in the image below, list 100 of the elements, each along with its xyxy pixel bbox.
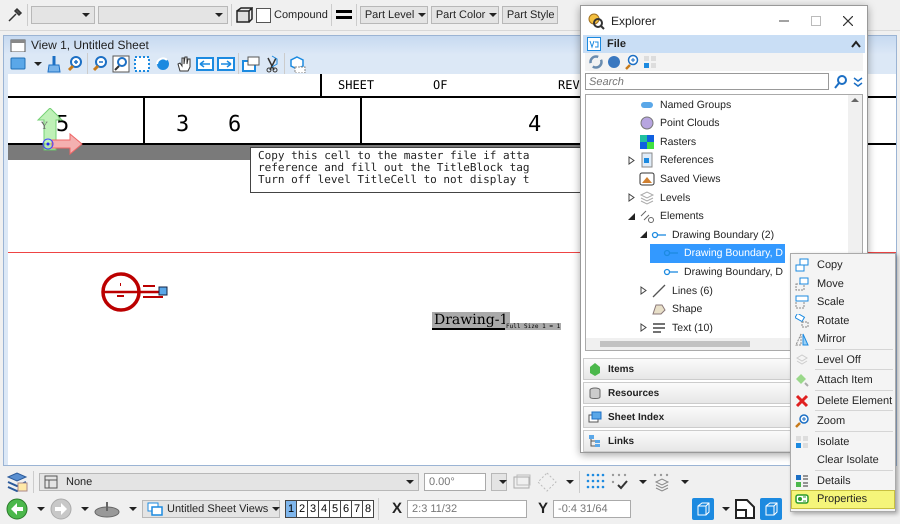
compound-label: Compound	[274, 9, 328, 21]
explorer-title: Explorer	[611, 14, 657, 28]
view-number-button[interactable]: 2	[296, 500, 308, 518]
menu-item[interactable]: Details	[791, 472, 895, 490]
copy-view-icon[interactable]	[242, 55, 260, 73]
expanded-icon[interactable]	[628, 212, 634, 220]
move-icon	[795, 276, 809, 291]
axis-triad-icon	[34, 108, 84, 156]
menu-item[interactable]: Mirror	[791, 330, 895, 348]
cube-button-icon[interactable]	[692, 498, 714, 520]
windows-icon	[147, 502, 163, 516]
grid-check-icon[interactable]	[610, 472, 630, 492]
cube-button-icon[interactable]	[760, 498, 782, 520]
angle-field[interactable]: 0.00°	[424, 473, 486, 491]
copy-icon	[795, 258, 809, 272]
view-number-button[interactable]: 6	[340, 500, 352, 518]
zoom-icon	[795, 414, 809, 428]
delete-icon	[795, 394, 809, 408]
zoom-in-icon[interactable]	[66, 55, 84, 73]
fit-view-icon[interactable]	[133, 55, 151, 73]
saved-view-icon	[639, 170, 655, 187]
links-icon	[588, 434, 602, 448]
menu-item[interactable]: Clear Isolate	[791, 451, 895, 470]
menu-item[interactable]: Properties	[791, 490, 895, 508]
tree-item[interactable]: Drawing Boundary (2)	[638, 225, 776, 244]
collapsed-icon[interactable]	[628, 156, 634, 165]
sheet-icon[interactable]	[734, 498, 756, 520]
collapse-icon	[851, 40, 861, 48]
collapsed-icon[interactable]	[640, 286, 646, 296]
brush-icon[interactable]	[45, 55, 63, 73]
previous-view-icon[interactable]	[196, 55, 214, 73]
title-block-value: 3	[176, 112, 190, 137]
tree-item[interactable]: Lines (6)	[638, 281, 715, 300]
title-block-value: 6	[228, 112, 242, 137]
collapsed-icon[interactable]	[628, 193, 634, 202]
angle-dropdown[interactable]	[491, 473, 507, 491]
attribute-dropdown[interactable]: Part Style	[502, 6, 558, 24]
view-number-button[interactable]: 3	[307, 500, 319, 518]
tree-item[interactable]: Elements	[626, 206, 706, 226]
explorer-icon	[587, 12, 605, 30]
mirror-icon	[795, 332, 809, 346]
dish-icon[interactable]	[94, 500, 120, 518]
levels-icon	[639, 190, 655, 206]
properties-icon	[795, 492, 809, 506]
file-icon	[587, 37, 601, 51]
collapsed-icon[interactable]	[640, 323, 646, 332]
next-view-icon[interactable]	[217, 55, 235, 73]
file-section-header[interactable]: File	[583, 35, 865, 53]
tree-item[interactable]: Point Clouds	[626, 114, 722, 132]
menu-item[interactable]: Scale	[791, 293, 895, 312]
close-icon	[843, 16, 853, 26]
axis-label: Y	[41, 121, 48, 132]
refresh-icon[interactable]	[588, 54, 604, 70]
level-dropdown[interactable]: None	[39, 473, 419, 491]
view-number-button[interactable]: 7	[351, 500, 363, 518]
level-icon	[44, 475, 58, 489]
tree-item[interactable]: Drawing Boundary, D	[650, 262, 786, 282]
compound-checkbox[interactable]	[256, 8, 271, 22]
view-number-button[interactable]: 4	[318, 500, 330, 518]
sheet-header-text: REV	[558, 78, 580, 92]
y-coordinate-field[interactable]: -0:4 31/64	[553, 500, 632, 518]
attribute-dropdown[interactable]: Part Color	[430, 6, 499, 24]
maximize-icon	[811, 16, 821, 26]
details-icon	[795, 474, 809, 488]
expanded-icon[interactable]	[640, 231, 646, 238]
tree-item[interactable]: Shape	[638, 300, 704, 318]
attribute-dropdown[interactable]: Part Level	[360, 6, 428, 24]
search-icon[interactable]	[833, 74, 849, 90]
line-icon	[651, 282, 667, 299]
expand-down-icon[interactable]	[853, 76, 863, 88]
layers-icon[interactable]	[6, 471, 28, 493]
box-icon[interactable]	[235, 6, 253, 24]
search-field[interactable]: Search	[585, 73, 829, 90]
pan-icon[interactable]	[175, 55, 193, 73]
layers-icon	[795, 352, 809, 367]
sheet-header-text: OF	[433, 78, 448, 92]
window-zoom-icon[interactable]	[112, 55, 130, 73]
zoom-in-icon[interactable]	[624, 54, 640, 70]
tree-item[interactable]: Text (10)	[638, 318, 715, 338]
view-number-button[interactable]: 5	[329, 500, 341, 518]
window-icon	[10, 38, 26, 52]
tree-item[interactable]: Named Groups	[626, 95, 734, 114]
title-block-value: 4	[528, 112, 542, 137]
point-cloud-icon	[639, 115, 655, 132]
isolate-icon[interactable]	[642, 54, 658, 70]
scale-icon	[795, 295, 809, 310]
sheet-index-icon	[588, 410, 602, 424]
menu-item[interactable]: Rotate	[791, 312, 895, 330]
menu-item[interactable]: Copy	[791, 256, 895, 274]
menu-item[interactable]: Move	[791, 274, 895, 293]
raster-icon	[639, 134, 655, 150]
zoom-out-icon[interactable]	[91, 55, 109, 73]
sheet-views-dropdown[interactable]: Untitled Sheet Views	[142, 500, 280, 518]
view-number-button[interactable]: 8	[362, 500, 374, 518]
sphere-icon[interactable]	[606, 54, 622, 70]
elements-icon	[639, 208, 655, 224]
view-number-button[interactable]: 1	[285, 500, 297, 518]
reference-icon	[639, 152, 655, 168]
x-coordinate-field[interactable]: 2:3 11/32	[407, 500, 528, 518]
sheet-header-text: SHEET	[338, 78, 374, 92]
